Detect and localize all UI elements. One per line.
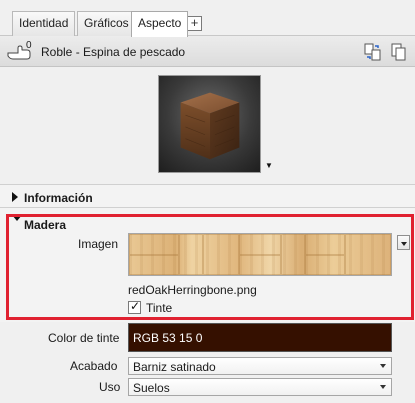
tab-identidad[interactable]: Identidad: [12, 11, 76, 36]
image-dropdown-button[interactable]: [397, 235, 410, 250]
image-label: Imagen: [78, 237, 119, 251]
use-select[interactable]: Suelos: [128, 378, 392, 396]
wood-texture-swatch[interactable]: [128, 233, 392, 276]
collapsed-triangle-icon[interactable]: [12, 192, 18, 202]
duplicate-material-icon[interactable]: [390, 43, 408, 61]
tab-aspecto[interactable]: Aspecto: [131, 11, 189, 37]
section-informacion-title: Información: [24, 191, 93, 205]
use-label: Uso: [99, 380, 121, 394]
preview-area: ▼: [0, 67, 415, 182]
use-value: Suelos: [133, 381, 170, 395]
texture-filename[interactable]: redOakHerringbone.png: [128, 283, 257, 297]
tint-color-label: Color de tinte: [48, 331, 120, 345]
add-tab-button[interactable]: +: [187, 16, 202, 31]
checkmark-icon: ✓: [130, 299, 141, 313]
tint-color-value: RGB 53 15 0: [133, 331, 203, 345]
expanded-triangle-icon[interactable]: [12, 215, 22, 221]
dropdown-arrow-icon: [401, 242, 407, 246]
material-name: Roble - Espina de pescado: [41, 45, 186, 59]
tint-checkbox[interactable]: ✓: [128, 299, 141, 314]
material-count: 0: [26, 40, 32, 51]
section-informacion[interactable]: Información: [0, 184, 415, 208]
material-header: 0 Roble - Espina de pescado: [0, 36, 415, 67]
chevron-down-icon: [380, 385, 386, 389]
finish-select[interactable]: Barniz satinado: [128, 357, 392, 375]
chevron-down-icon: [380, 364, 386, 368]
preview-options-caret-icon[interactable]: ▼: [265, 161, 273, 170]
tab-bar: Identidad Gráficos Aspecto +: [0, 0, 415, 37]
material-preview-image[interactable]: [158, 75, 261, 173]
section-madera-title: Madera: [24, 218, 67, 232]
finish-label: Acabado: [70, 359, 118, 373]
finish-value: Barniz satinado: [133, 360, 216, 374]
replace-material-icon[interactable]: [364, 43, 382, 61]
tint-checkbox-label[interactable]: Tinte: [146, 301, 172, 315]
tab-graficos[interactable]: Gráficos: [77, 11, 136, 36]
tint-color-swatch[interactable]: RGB 53 15 0: [128, 323, 392, 352]
